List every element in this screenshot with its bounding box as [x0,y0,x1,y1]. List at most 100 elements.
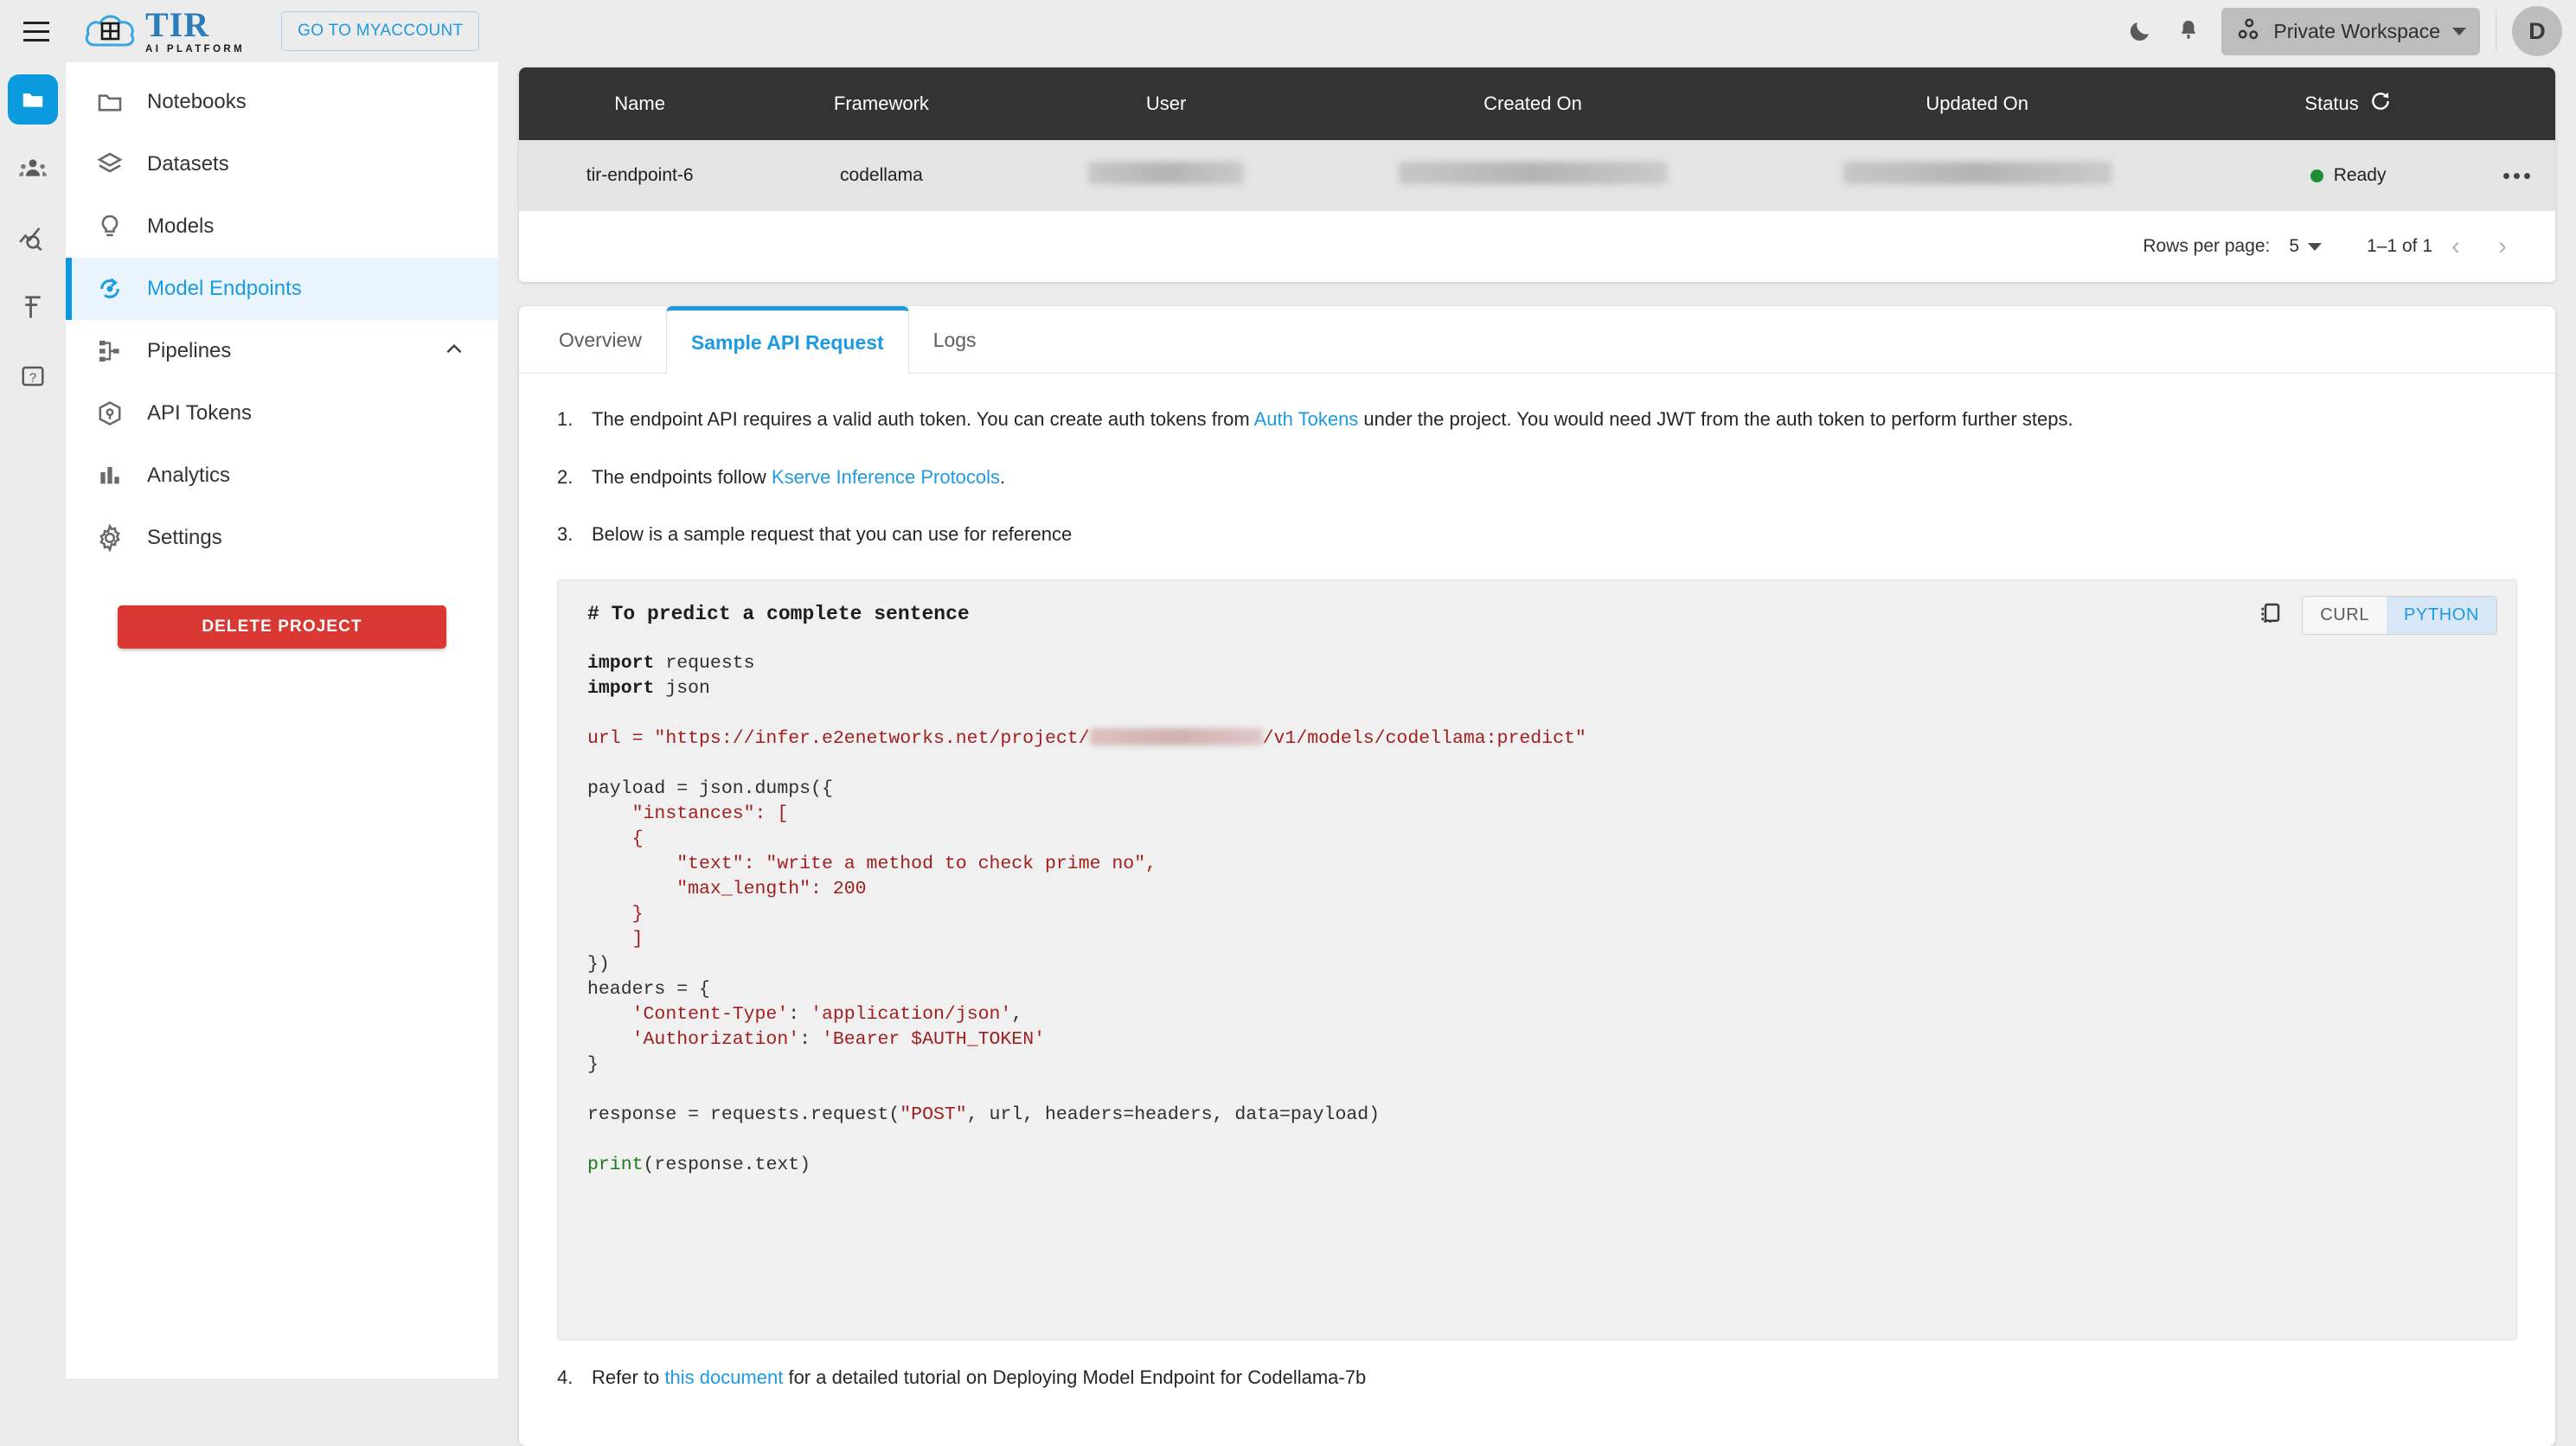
code-token: : [ [754,803,789,825]
lang-tab-python[interactable]: PYTHON [2387,597,2496,635]
bulb-icon [95,212,125,241]
workspace-selector[interactable]: Private Workspace [2221,7,2480,55]
code-token: { [631,829,644,850]
icon-rail: ? [0,62,66,1379]
instruction-number: 4. [557,1366,574,1389]
detail-tabs: Overview Sample API Request Logs [519,306,2555,374]
cell-created-on-redacted [1330,162,1736,189]
rail-item-team[interactable] [8,144,58,194]
text-part: The endpoints follow [592,465,772,488]
notifications-bell-icon[interactable] [2164,7,2213,55]
user-avatar[interactable]: D [2512,6,2562,56]
endpoint-icon [95,274,125,304]
help-icon: ? [22,366,44,387]
endpoints-table-card: Name Framework User Created On Updated O… [519,67,2555,282]
sidebar-item-notebooks[interactable]: Notebooks [66,71,498,133]
workspace-cluster-icon [2235,16,2261,47]
kserve-protocols-link[interactable]: Kserve Inference Protocols [772,466,1000,488]
status-badge: Ready [2333,165,2387,185]
brand-logo[interactable]: TIR AI PLATFORM [83,4,245,55]
delete-project-button[interactable]: DELETE PROJECT [118,605,446,649]
code-token: , url, headers=headers, data=payload) [966,1104,1381,1126]
instructions-list: 1. The endpoint API requires a valid aut… [519,374,2555,547]
sidebar-item-settings[interactable]: Settings [66,507,498,569]
gear-icon [95,523,125,553]
instruction-text: The endpoint API requires a valid auth t… [592,406,2073,432]
folder-icon [22,93,43,107]
rail-item-billing[interactable] [8,282,58,332]
chart-search-icon [19,227,42,251]
code-token: } [587,1054,599,1076]
text-part: The endpoint API requires a valid auth t… [592,408,1254,430]
sidebar-item-label: Pipelines [147,339,232,362]
brand-name: TIR [145,4,210,44]
rows-per-page-label: Rows per page: [2143,236,2271,256]
status-dot-icon [2310,169,2323,182]
this-document-link[interactable]: this document [664,1366,783,1388]
main-content: Name Framework User Created On Updated O… [498,62,2576,1446]
rows-per-page-value: 5 [2289,236,2300,256]
footer-instruction: 4. Refer to this document for a detailed… [519,1340,2555,1389]
next-page-button[interactable]: › [2479,223,2526,270]
rail-item-projects[interactable] [8,74,58,125]
tab-sample-api-request[interactable]: Sample API Request [665,306,909,374]
sidebar-item-api-tokens[interactable]: API Tokens [66,382,498,445]
redacted-block [1842,162,2111,184]
refresh-icon[interactable] [2369,90,2392,118]
code-token: 'Content-Type' [631,1004,789,1026]
go-to-myaccount-button[interactable]: GO TO MYACCOUNT [281,11,480,51]
svg-text:?: ? [29,370,36,385]
lang-tab-curl[interactable]: CURL [2303,597,2387,635]
code-token: }) [587,954,610,976]
column-header-updated-on[interactable]: Updated On [1735,93,2219,115]
instruction-text: The endpoints follow Kserve Inference Pr… [592,464,1005,490]
column-header-framework[interactable]: Framework [760,93,1002,115]
code-token: "POST" [900,1104,967,1126]
sidebar-item-label: Notebooks [147,90,247,113]
rail-item-help[interactable]: ? [8,351,58,401]
rows-per-page-select[interactable]: 5 [2289,236,2323,257]
text-part: under the project. You would need JWT fr… [1358,408,2073,430]
tab-logs[interactable]: Logs [909,307,1001,373]
row-actions-menu-icon[interactable] [2477,172,2555,179]
instruction-number: 2. [557,465,574,488]
auth-tokens-link[interactable]: Auth Tokens [1254,408,1359,430]
table-row[interactable]: tir-endpoint-6 codellama Ready [519,140,2555,211]
code-token: "text": "write a method to check prime n… [676,854,1157,875]
copy-icon[interactable] [2257,600,2283,630]
code-token: ] [631,929,644,950]
column-header-created-on[interactable]: Created On [1330,93,1736,115]
column-header-user[interactable]: User [1003,93,1330,115]
instruction-text: Below is a sample request that you can u… [592,523,1073,546]
code-comment-title: # To predict a complete sentence [587,603,970,626]
text-part: . [1000,465,1006,488]
rail-item-monitoring[interactable] [8,213,58,263]
sidebar-item-datasets[interactable]: Datasets [66,133,498,195]
sidebar-item-analytics[interactable]: Analytics [66,445,498,507]
chevron-up-icon[interactable] [443,338,465,365]
language-toggle: CURL PYTHON [2302,596,2497,636]
hamburger-menu-icon[interactable] [16,10,57,52]
pagination-range: 1–1 of 1 [2367,236,2432,256]
code-url-suffix: /v1/models/codellama:predict" [1262,728,1586,750]
sidebar-item-label: Models [147,214,215,238]
sidebar-item-pipelines[interactable]: Pipelines [66,320,498,382]
code-token: } [631,904,644,925]
code-token: "instances" [631,803,755,825]
instruction-number: 3. [557,523,574,546]
tab-overview[interactable]: Overview [535,307,666,373]
column-header-name[interactable]: Name [519,93,760,115]
sidebar-item-model-endpoints[interactable]: Model Endpoints [66,258,498,320]
code-token: : [799,1029,822,1051]
column-header-status[interactable]: Status [2219,90,2477,118]
previous-page-button[interactable]: ‹ [2432,223,2479,270]
code-content[interactable]: import requests import json url = "https… [587,651,2487,1178]
dark-mode-icon[interactable] [2116,7,2164,55]
sidebar-item-models[interactable]: Models [66,195,498,258]
table-pagination: Rows per page: 5 1–1 of 1 ‹ › [519,211,2555,282]
sidebar-item-label: Model Endpoints [147,277,302,300]
